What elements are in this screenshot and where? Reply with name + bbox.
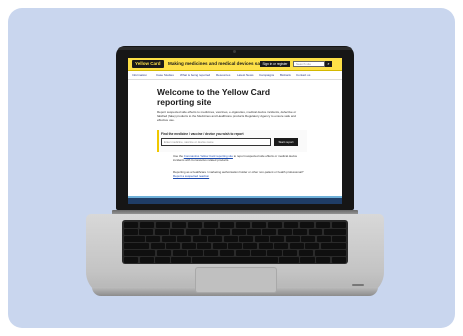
nav-item-case-studies[interactable]: Case Studies — [156, 73, 174, 77]
laptop-screen: Yellow Card Making medicines and medical… — [128, 58, 342, 204]
key-row — [124, 250, 346, 256]
key-row — [124, 222, 347, 228]
search-icon[interactable]: ⌕ — [325, 61, 332, 67]
product-search-input[interactable]: Enter medicine, vaccine or device name — [161, 138, 271, 146]
nav-item-contact-us[interactable]: Contact us — [296, 73, 310, 77]
site-footer — [128, 196, 342, 204]
nav-item-latest-news[interactable]: Latest News — [237, 73, 254, 77]
yellow-card-logo[interactable]: Yellow Card — [132, 60, 164, 68]
find-product-label: Find the medicine / vaccine / device you… — [161, 132, 244, 136]
intro-text: Report suspected side effects to medicin… — [157, 110, 297, 122]
report-reaction-link[interactable]: Report a suspected reaction — [173, 174, 209, 178]
start-report-button[interactable]: Start report — [274, 138, 298, 146]
status-light — [352, 284, 364, 286]
nav-item-resources[interactable]: Resources — [216, 73, 230, 77]
page-title: Welcome to the Yellow Card reporting sit… — [157, 87, 271, 107]
laptop-trackpad — [195, 267, 277, 293]
signin-button[interactable]: Sign in or register — [260, 61, 290, 67]
main-nav: Information Case Studies What is being r… — [128, 71, 342, 80]
nav-item-campaigns[interactable]: Campaigns — [259, 73, 274, 77]
key-row — [124, 236, 347, 242]
site-tagline: Making medicines and medical devices saf… — [168, 61, 266, 66]
search-input[interactable]: Search site — [293, 61, 325, 67]
key-row — [124, 229, 347, 235]
key-row — [124, 243, 346, 249]
site-header: Yellow Card Making medicines and medical… — [128, 58, 342, 71]
nav-item-biobank[interactable]: Biobank — [280, 73, 291, 77]
key-row — [124, 257, 346, 263]
nav-item-information[interactable]: Information — [132, 73, 147, 77]
camera-icon — [233, 50, 236, 53]
professional-info-text: Reporting as a healthcare / marketing au… — [173, 170, 307, 179]
coronavirus-info-text: Use the Coronavirus Yellow Card reportin… — [173, 154, 307, 163]
nav-item-what-is-reported[interactable]: What is being reported — [180, 73, 210, 77]
